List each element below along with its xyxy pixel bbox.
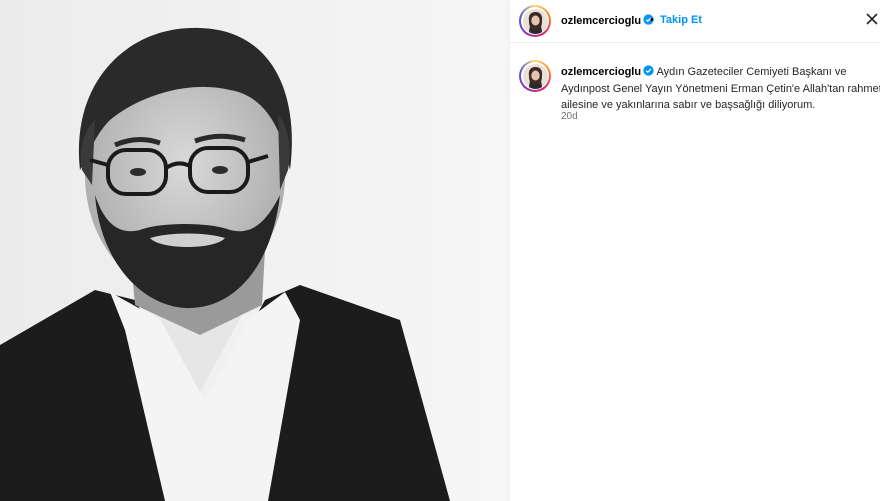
caption-username[interactable]: ozlemcercioglu xyxy=(561,65,654,78)
verified-badge-icon xyxy=(643,65,654,76)
author-username-text[interactable]: ozlemcercioglu xyxy=(561,15,641,27)
post-details-pane: ozlemcercioglu • Takip Et ozlemcercioglu… xyxy=(509,0,880,501)
close-icon[interactable] xyxy=(865,12,879,26)
caption-text: ozlemcercioglu Aydın Gazeteciler Cemiyet… xyxy=(561,64,880,114)
follow-button[interactable]: Takip Et xyxy=(660,14,702,26)
caption-username-text[interactable]: ozlemcercioglu xyxy=(561,66,641,78)
post-header: ozlemcercioglu • Takip Et xyxy=(510,0,880,43)
author-username[interactable]: ozlemcercioglu xyxy=(561,14,654,27)
separator-dot: • xyxy=(650,14,654,26)
profile-photo-icon xyxy=(522,8,548,34)
caption-block: ozlemcercioglu Aydın Gazeteciler Cemiyet… xyxy=(510,56,880,136)
post-timestamp[interactable]: 20d xyxy=(561,111,578,122)
post-image[interactable] xyxy=(0,0,509,501)
avatar[interactable] xyxy=(519,5,551,37)
portrait-photo xyxy=(0,0,509,501)
caption-avatar[interactable] xyxy=(519,60,551,92)
profile-photo-icon xyxy=(522,63,548,89)
